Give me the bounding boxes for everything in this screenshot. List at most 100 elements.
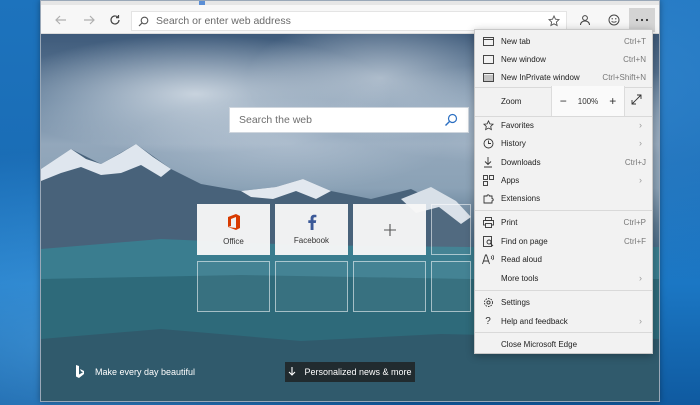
inprivate-icon (475, 72, 501, 82)
zoom-label: Zoom (501, 96, 522, 106)
menu-label: Apps (501, 175, 520, 185)
tile-label: Facebook (293, 236, 330, 245)
download-icon (475, 156, 501, 168)
printer-icon (475, 216, 501, 228)
menu-label: Settings (501, 297, 530, 307)
menu-item-help-and-feedback[interactable]: ? Help and feedback › (475, 312, 652, 330)
menu-item-apps[interactable]: Apps › (475, 171, 652, 189)
settings-and-more-menu: New tab Ctrl+T New window Ctrl+N New InP… (474, 29, 653, 354)
menu-label: Downloads (501, 157, 541, 167)
gear-icon (475, 297, 501, 308)
menu-label: Read aloud (501, 254, 542, 264)
forward-button[interactable] (77, 8, 101, 32)
menu-label: More tools (501, 273, 539, 283)
empty-tile-slot (431, 204, 471, 255)
menu-item-extensions[interactable]: Extensions (475, 189, 652, 207)
chevron-right-icon: › (639, 316, 642, 326)
menu-shortcut: Ctrl+J (624, 157, 646, 167)
new-window-icon (475, 54, 501, 64)
address-placeholder: Search or enter web address (156, 15, 291, 27)
empty-tile-slot (197, 261, 270, 312)
menu-item-close-edge[interactable]: Close Microsoft Edge (475, 335, 652, 353)
address-bar[interactable]: Search or enter web address (131, 11, 567, 31)
person-icon (580, 15, 590, 26)
menu-shortcut: Ctrl+T (624, 36, 646, 46)
menu-item-find-on-page[interactable]: Find on page Ctrl+F (475, 232, 652, 250)
menu-label: Close Microsoft Edge (501, 339, 578, 349)
back-arrow-icon (55, 15, 66, 25)
menu-item-history[interactable]: History › (475, 134, 652, 152)
menu-item-zoom: Zoom − 100% + (475, 86, 652, 116)
chevron-right-icon: › (639, 273, 642, 283)
office-icon (227, 214, 240, 230)
plus-icon (383, 223, 396, 236)
chevron-right-icon: › (639, 138, 642, 148)
chevron-right-icon: › (639, 120, 642, 130)
bing-daily-image-link[interactable]: Make every day beautiful (75, 365, 195, 379)
menu-shortcut: Ctrl+N (623, 54, 646, 64)
facebook-icon (307, 214, 316, 230)
menu-item-new-inprivate-window[interactable]: New InPrivate window Ctrl+Shift+N (475, 68, 652, 86)
empty-tile-slot (353, 261, 426, 312)
menu-separator (475, 290, 652, 291)
menu-label: Print (501, 217, 518, 227)
menu-label: Favorites (501, 120, 534, 130)
menu-label: Find on page (501, 236, 548, 246)
smiley-icon (608, 14, 620, 26)
menu-item-new-window[interactable]: New window Ctrl+N (475, 50, 652, 68)
menu-label: New window (501, 54, 546, 64)
tile-label: Office (223, 237, 244, 246)
zoom-in-button[interactable]: + (605, 94, 621, 108)
bing-logo-icon (76, 365, 84, 378)
empty-tile-slot (431, 261, 471, 312)
refresh-icon (110, 15, 120, 25)
history-icon (475, 138, 501, 149)
puzzle-icon (475, 193, 501, 204)
menu-label: Help and feedback (501, 316, 568, 326)
quick-link-facebook[interactable]: Facebook (275, 204, 348, 255)
menu-label: New tab (501, 36, 531, 46)
new-tab-icon (475, 36, 501, 46)
read-aloud-icon (475, 254, 501, 265)
menu-item-new-tab[interactable]: New tab Ctrl+T (475, 32, 652, 50)
news-button-label: Personalized news & more (304, 367, 412, 377)
menu-label: History (501, 138, 526, 148)
bing-caption: Make every day beautiful (95, 367, 196, 377)
web-search-box[interactable]: Search the web (229, 107, 469, 133)
back-button[interactable] (49, 8, 73, 32)
menu-item-settings[interactable]: Settings (475, 293, 652, 311)
personalized-news-button[interactable]: Personalized news & more (285, 362, 415, 382)
full-screen-icon[interactable] (631, 94, 642, 107)
help-icon: ? (485, 315, 491, 327)
find-on-page-icon (475, 235, 501, 247)
search-web-placeholder: Search the web (239, 114, 312, 126)
menu-shortcut: Ctrl+Shift+N (602, 72, 646, 82)
favorite-star-icon[interactable] (547, 14, 561, 30)
more-dots-icon (635, 18, 649, 22)
apps-icon (475, 174, 501, 186)
menu-label: Extensions (501, 193, 541, 203)
menu-item-print[interactable]: Print Ctrl+P (475, 213, 652, 231)
menu-item-downloads[interactable]: Downloads Ctrl+J (475, 153, 652, 171)
menu-label: New InPrivate window (501, 72, 580, 82)
menu-separator (475, 210, 652, 211)
zoom-level: 100% (577, 96, 599, 106)
quick-link-office[interactable]: Office (197, 204, 270, 255)
down-arrow-icon (289, 367, 296, 376)
forward-arrow-icon (84, 15, 95, 25)
menu-item-read-aloud[interactable]: Read aloud (475, 250, 652, 268)
empty-tile-slot (275, 261, 348, 312)
chevron-right-icon: › (639, 175, 642, 185)
menu-item-more-tools[interactable]: More tools › (475, 269, 652, 287)
menu-shortcut: Ctrl+P (623, 217, 646, 227)
menu-shortcut: Ctrl+F (624, 236, 646, 246)
menu-item-favorites[interactable]: Favorites › (475, 116, 652, 134)
add-quick-link-button[interactable] (353, 204, 426, 255)
zoom-control: − 100% + (551, 86, 625, 116)
search-icon[interactable] (444, 113, 458, 130)
star-icon (475, 119, 501, 131)
zoom-out-button[interactable]: − (555, 94, 571, 108)
refresh-button[interactable] (103, 8, 127, 32)
menu-separator (475, 332, 652, 333)
search-icon (138, 16, 150, 27)
